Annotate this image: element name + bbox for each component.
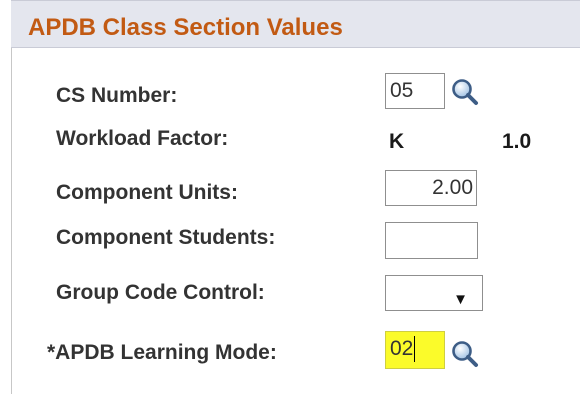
section-title: APDB Class Section Values <box>28 14 343 41</box>
group-code-control-label: Group Code Control: <box>56 281 265 304</box>
cs-number-input[interactable]: 05 <box>385 73 445 109</box>
component-units-label: Component Units: <box>56 181 238 204</box>
group-code-control-select[interactable]: ▼ <box>385 275 483 311</box>
learning-mode-input[interactable]: 02 <box>385 331 445 369</box>
component-units-input[interactable]: 2.00 <box>385 170 477 206</box>
workload-factor-label: Workload Factor: <box>56 127 229 150</box>
cs-number-label: CS Number: <box>56 84 178 107</box>
workload-factor-code: K <box>389 130 405 153</box>
text-caret <box>414 336 416 363</box>
learning-mode-lookup-icon[interactable] <box>450 339 480 369</box>
cs-number-lookup-icon[interactable] <box>450 77 480 107</box>
component-students-label: Component Students: <box>56 226 276 249</box>
chevron-down-icon: ▼ <box>453 291 468 308</box>
workload-factor-value: 1.0 <box>502 130 532 153</box>
component-students-input[interactable] <box>385 222 478 259</box>
section-header: APDB Class Section Values <box>11 0 580 48</box>
learning-mode-label: *APDB Learning Mode: <box>47 341 277 364</box>
